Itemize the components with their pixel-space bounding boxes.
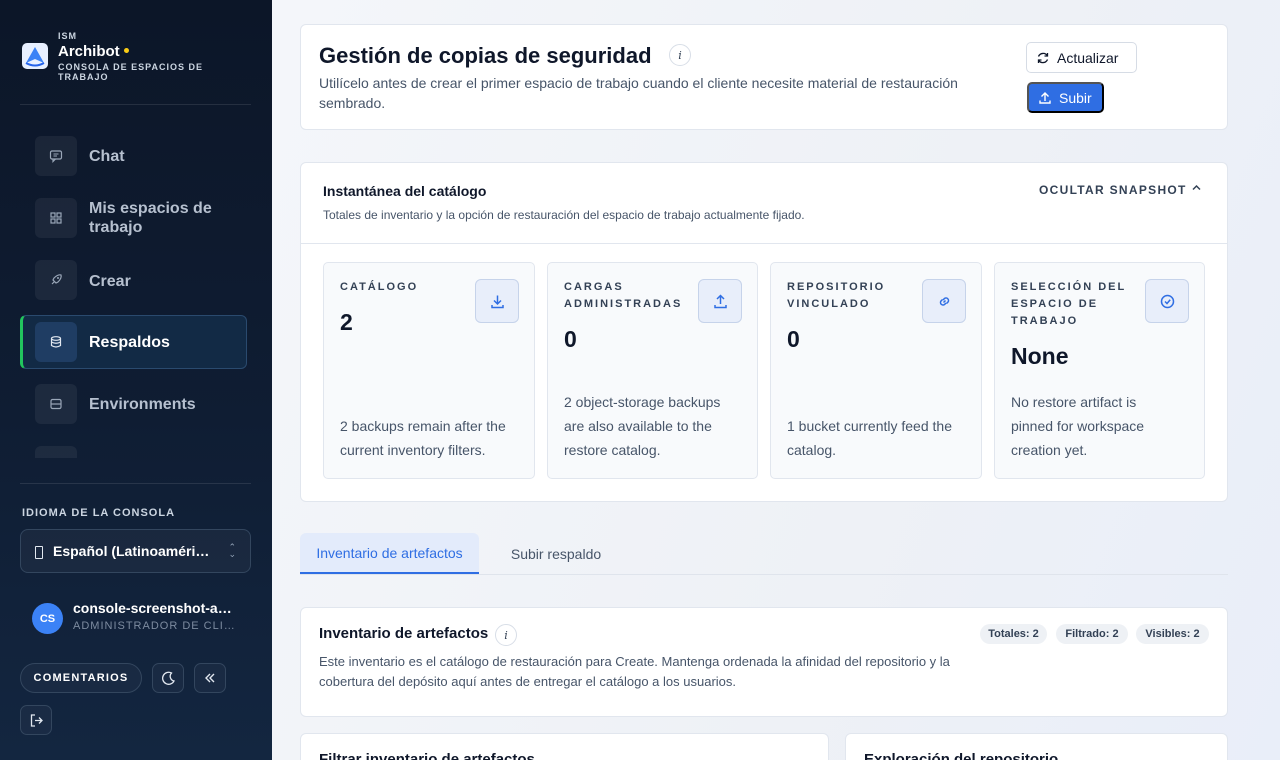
stat-description: 2 backups remain after the current inven… bbox=[340, 418, 506, 458]
artifact-inventory-card: Inventario de artefactos i Este inventar… bbox=[300, 607, 1228, 717]
info-icon[interactable]: i bbox=[669, 44, 691, 66]
snapshot-subtitle: Totales de inventario y la opción de res… bbox=[323, 208, 805, 222]
refresh-button-label: Actualizar bbox=[1057, 49, 1119, 66]
logout-icon bbox=[30, 713, 43, 727]
filter-card-title: Filtrar inventario de artefactos bbox=[319, 751, 535, 760]
status-dot bbox=[123, 48, 129, 53]
sidebar-item-chat[interactable]: Chat bbox=[20, 128, 247, 182]
stat-card-workspace-selection: SELECCIÓN DEL ESPACIO DE TRABAJO None No… bbox=[994, 262, 1205, 479]
download-button[interactable] bbox=[475, 279, 519, 323]
stat-value: 0 bbox=[787, 326, 800, 352]
sidebar-item-environments[interactable]: Environments bbox=[20, 378, 247, 432]
sidebar-item-workspaces[interactable]: Mis espacios de trabajo bbox=[20, 192, 247, 246]
inventory-description: Este inventario es el catálogo de restau… bbox=[319, 654, 950, 689]
brand-subtitle: CONSOLA DE ESPACIOS DE TRABAJO bbox=[58, 62, 204, 82]
tab-bar: Inventario de artefactos Subir respaldo bbox=[300, 533, 1228, 575]
page-header-card: Gestión de copias de seguridad i Utilíce… bbox=[300, 24, 1228, 130]
stat-value: 0 bbox=[564, 326, 577, 352]
more-icon bbox=[35, 446, 77, 458]
language-selected-value: Español (Latinoamérica) bbox=[53, 543, 213, 559]
language-select[interactable]: Español (Latinoamérica) ⌃ ⌄ bbox=[20, 529, 251, 573]
visible-count-badge: Visibles: 2 bbox=[1136, 624, 1209, 644]
info-icon[interactable]: i bbox=[495, 624, 517, 646]
sidebar-item-label: Crear bbox=[89, 273, 131, 290]
stat-description: 2 object-storage backups are also availa… bbox=[564, 394, 721, 458]
rocket-icon bbox=[35, 260, 77, 300]
check-button[interactable] bbox=[1145, 279, 1189, 323]
filtered-count-badge: Filtrado: 2 bbox=[1056, 624, 1128, 644]
stat-description: 1 bucket currently feed the catalog. bbox=[787, 418, 952, 458]
brand-kicker: ISM bbox=[58, 31, 78, 41]
server-icon bbox=[35, 384, 77, 424]
stat-card-catalog: CATÁLOGO 2 2 backups remain after the cu… bbox=[323, 262, 535, 479]
language-section-title: IDIOMA DE LA CONSOLA bbox=[22, 507, 176, 519]
main-nav: Chat Mis espacios de trabajo Crear Respa… bbox=[20, 122, 247, 458]
sidebar-divider bbox=[20, 104, 251, 105]
user-profile[interactable]: CS console-screenshot-admin ADMINISTRADO… bbox=[32, 600, 242, 636]
database-icon bbox=[35, 322, 77, 362]
chevron-up-down-icon: ⌃ ⌄ bbox=[228, 542, 236, 559]
upload-button-label: Subir bbox=[1059, 89, 1092, 106]
hide-snapshot-label: OCULTAR SNAPSHOT bbox=[1039, 183, 1187, 197]
tab-upload-backup[interactable]: Subir respaldo bbox=[496, 533, 616, 574]
upload-icon bbox=[1039, 91, 1051, 104]
stat-card-managed-uploads: CARGAS ADMINISTRADAS 0 2 object-storage … bbox=[547, 262, 758, 479]
feedback-button[interactable]: COMENTARIOS bbox=[20, 663, 142, 693]
sidebar-item-label: Chat bbox=[89, 148, 125, 165]
logout-button[interactable] bbox=[20, 705, 52, 735]
stat-value: None bbox=[1011, 343, 1069, 369]
sidebar-divider bbox=[20, 483, 251, 484]
brand-name: Archibot bbox=[58, 43, 120, 60]
sidebar-item-label: Mis espacios de trabajo bbox=[89, 200, 212, 236]
avatar: CS bbox=[32, 603, 63, 634]
theme-toggle-button[interactable] bbox=[152, 663, 184, 693]
filter-inventory-card: Filtrar inventario de artefactos bbox=[300, 733, 829, 760]
user-name: console-screenshot-admin bbox=[73, 600, 238, 616]
user-role: ADMINISTRADOR DE CLIENTE bbox=[73, 620, 238, 632]
stat-label: CARGAS ADMINISTRADAS bbox=[564, 281, 683, 310]
hide-snapshot-toggle[interactable]: OCULTAR SNAPSHOT bbox=[1039, 183, 1209, 199]
chevron-up-icon bbox=[1191, 182, 1202, 196]
page-title: Gestión de copias de seguridad bbox=[319, 43, 652, 68]
collapse-sidebar-button[interactable] bbox=[194, 663, 226, 693]
link-button[interactable] bbox=[922, 279, 966, 323]
upload-stat-button[interactable] bbox=[698, 279, 742, 323]
sidebar-item-respaldos[interactable]: Respaldos bbox=[20, 315, 247, 369]
stat-card-linked-repository: REPOSITORIO VINCULADO 0 1 bucket current… bbox=[770, 262, 982, 479]
refresh-icon bbox=[1037, 52, 1049, 63]
link-icon bbox=[939, 296, 949, 306]
sidebar-item-label: Environments bbox=[89, 396, 196, 413]
page-description: Utilícelo antes de crear el primer espac… bbox=[319, 75, 958, 111]
download-icon bbox=[490, 295, 504, 308]
stat-description: No restore artifact is pinned for worksp… bbox=[1011, 394, 1145, 458]
upload-icon bbox=[713, 293, 727, 308]
sidebar: ISM Archibot CONSOLA DE ESPACIOS DE TRAB… bbox=[0, 0, 272, 760]
archibot-logo-icon bbox=[22, 43, 48, 69]
sidebar-item-more[interactable] bbox=[20, 440, 247, 458]
inventory-title: Inventario de artefactos bbox=[319, 625, 489, 642]
flag-icon bbox=[35, 546, 43, 559]
moon-icon bbox=[161, 671, 175, 685]
repository-exploration-card: Exploración del repositorio bbox=[845, 733, 1228, 760]
check-circle-icon bbox=[1160, 294, 1174, 308]
total-count-badge: Totales: 2 bbox=[980, 624, 1047, 644]
snapshot-divider bbox=[301, 243, 1227, 244]
stat-label: REPOSITORIO VINCULADO bbox=[787, 281, 886, 310]
stat-label: CATÁLOGO bbox=[340, 281, 419, 293]
refresh-button[interactable]: Actualizar bbox=[1026, 42, 1137, 73]
chat-icon bbox=[35, 136, 77, 176]
sidebar-item-label: Respaldos bbox=[89, 334, 170, 351]
upload-button[interactable]: Subir bbox=[1027, 82, 1104, 113]
grid-icon bbox=[35, 198, 77, 238]
catalog-snapshot-card: Instantánea del catálogo Totales de inve… bbox=[300, 162, 1228, 502]
stat-label: SELECCIÓN DEL ESPACIO DE TRABAJO bbox=[1011, 281, 1127, 327]
chevrons-left-icon bbox=[205, 673, 215, 683]
repo-card-title: Exploración del repositorio bbox=[864, 751, 1059, 760]
sidebar-item-create[interactable]: Crear bbox=[20, 254, 247, 308]
stat-value: 2 bbox=[340, 309, 353, 335]
snapshot-title: Instantánea del catálogo bbox=[323, 183, 487, 199]
main-content: Gestión de copias de seguridad i Utilíce… bbox=[272, 0, 1280, 760]
tab-artifact-inventory[interactable]: Inventario de artefactos bbox=[300, 533, 479, 574]
